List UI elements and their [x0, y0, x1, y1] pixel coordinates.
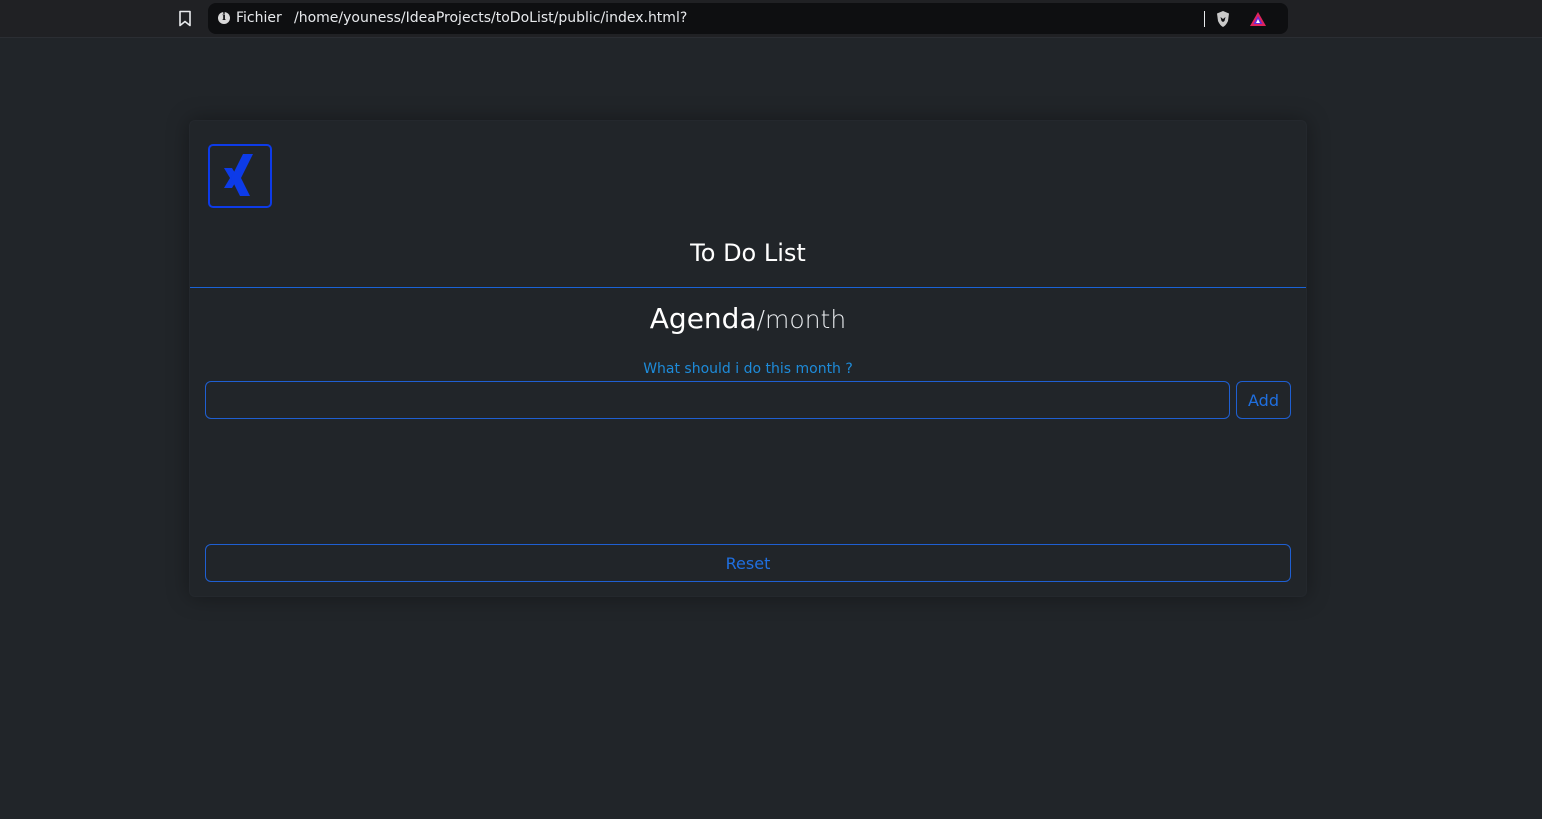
header-divider — [190, 287, 1306, 288]
agenda-heading: Agenda/month — [190, 302, 1306, 335]
task-prompt-label: What should i do this month ? — [643, 361, 853, 377]
add-button[interactable]: Add — [1236, 381, 1291, 419]
agenda-title-sub: /month — [756, 305, 847, 334]
todo-card: To Do List Agenda/month What should i do… — [189, 120, 1307, 597]
task-input[interactable] — [205, 381, 1230, 419]
rewards-icon[interactable] — [1249, 11, 1267, 27]
address-bar[interactable]: i Fichier /home/youness/IdeaProjects/toD… — [208, 3, 1288, 34]
browser-toolbar: i Fichier /home/youness/IdeaProjects/toD… — [0, 0, 1542, 38]
url-scheme-label: Fichier — [236, 10, 282, 26]
bookmark-icon[interactable] — [178, 10, 192, 27]
url-text[interactable]: /home/youness/IdeaProjects/toDoList/publ… — [294, 10, 687, 26]
reset-button[interactable]: Reset — [205, 544, 1291, 582]
shield-icon[interactable] — [1215, 10, 1231, 28]
page-title: To Do List — [690, 239, 806, 267]
agenda-title-main: Agenda — [649, 302, 757, 335]
url-divider — [1204, 11, 1205, 27]
task-list — [205, 427, 1291, 537]
info-icon[interactable]: i — [218, 12, 230, 24]
xing-logo-icon — [208, 144, 272, 208]
